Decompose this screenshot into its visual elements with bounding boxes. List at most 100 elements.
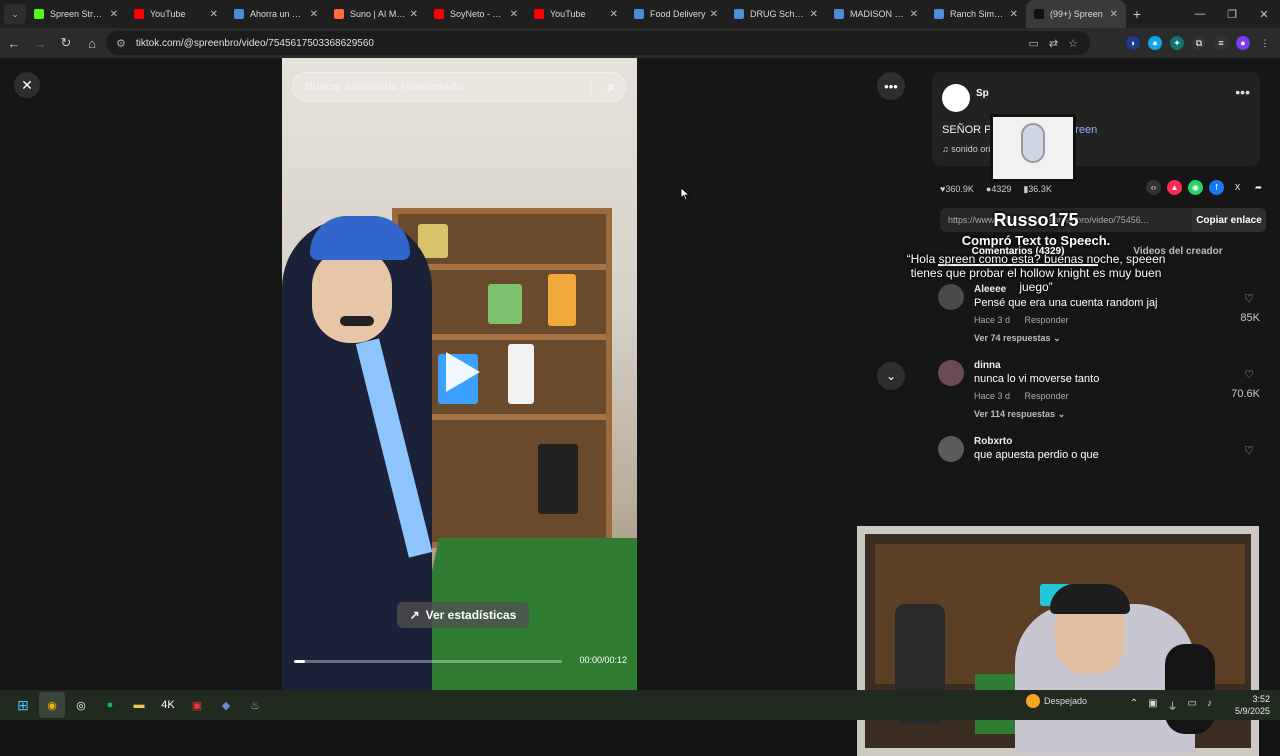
network-icon[interactable]: ▭: [1188, 698, 1197, 713]
profile-avatar[interactable]: ●: [1236, 36, 1250, 50]
puzzle-icon[interactable]: ⧉: [1192, 36, 1206, 50]
tab-close-icon[interactable]: ✕: [410, 9, 418, 20]
usb-icon[interactable]: ⏚: [1168, 698, 1178, 713]
bookmark-star-icon[interactable]: ☆: [1068, 37, 1078, 50]
home-icon[interactable]: ⌂: [80, 31, 104, 55]
extension-icon[interactable]: ●: [1148, 36, 1162, 50]
site-info-icon[interactable]: ⚙: [116, 37, 126, 50]
facebook-icon[interactable]: f: [1209, 180, 1224, 195]
tab-close-icon[interactable]: ✕: [110, 9, 118, 20]
translate-icon[interactable]: ⇄: [1049, 37, 1058, 50]
x-icon[interactable]: X: [1230, 180, 1245, 195]
send-icon[interactable]: ▲: [1167, 180, 1182, 195]
steam-icon[interactable]: ♨: [242, 692, 268, 718]
close-video-button[interactable]: ✕: [14, 72, 40, 98]
browser-tab[interactable]: SoyNeto - YouTube ✕: [426, 0, 526, 28]
browser-tab[interactable]: Spreen Stream ✕: [26, 0, 126, 28]
taskbar-clock[interactable]: 3:52 5/9/2025: [1235, 693, 1270, 717]
app-icon[interactable]: ▣: [184, 692, 210, 718]
tab-close-icon[interactable]: ✕: [810, 9, 818, 20]
comment-heart-icon[interactable]: ♡: [1244, 292, 1254, 305]
tab-close-icon[interactable]: ✕: [210, 9, 218, 20]
tab-close-icon[interactable]: ✕: [610, 9, 618, 20]
tts-alert-image: [990, 114, 1076, 182]
reading-list-icon[interactable]: ≡: [1214, 36, 1228, 50]
whatsapp-icon[interactable]: ◉: [1188, 180, 1203, 195]
tray-chevron-icon[interactable]: ⌃: [1130, 698, 1138, 713]
view-replies-button[interactable]: Ver 114 respuestas ⌄: [974, 409, 1065, 420]
app-icon[interactable]: ◎: [68, 692, 94, 718]
browser-tab[interactable]: Ahorra un 25% ✕: [226, 0, 326, 28]
browser-tab[interactable]: YouTube ✕: [126, 0, 226, 28]
reply-button[interactable]: Responder: [1025, 391, 1069, 401]
reload-icon[interactable]: ↻: [54, 31, 78, 55]
commenter-name[interactable]: dinna: [974, 360, 1001, 371]
commenter-name[interactable]: Robxrto: [974, 436, 1012, 447]
embed-icon[interactable]: ‹›: [1146, 180, 1161, 195]
view-replies-button[interactable]: Ver 74 respuestas ⌄: [974, 333, 1061, 344]
browser-menu-icon[interactable]: ⋮: [1258, 36, 1272, 50]
browser-tab[interactable]: (99+) Spreen ✕: [1026, 0, 1126, 28]
discord-icon[interactable]: ◆: [213, 692, 239, 718]
view-stats-button[interactable]: ↗ Ver estadísticas: [397, 602, 529, 628]
extension-icon[interactable]: ◗: [1126, 36, 1140, 50]
tab-close-icon[interactable]: ✕: [510, 9, 518, 20]
comment-meta: Hace 3 d Responder: [974, 315, 1069, 325]
tab-close-icon[interactable]: ✕: [710, 9, 718, 20]
tab-list-button[interactable]: ⌄: [4, 4, 26, 24]
minimize-icon[interactable]: —: [1184, 0, 1216, 28]
video-player[interactable]: Buscar contenido relacionado ⌕ ↗ Ver est…: [282, 58, 637, 690]
comment-heart-icon[interactable]: ♡: [1244, 444, 1254, 457]
share-arrow-icon[interactable]: ➦: [1251, 180, 1266, 195]
search-icon[interactable]: ⌕: [608, 79, 615, 95]
more-options-icon[interactable]: •••: [877, 72, 905, 100]
browser-tab[interactable]: MADISON en S ✕: [826, 0, 926, 28]
browser-tab[interactable]: YouTube ✕: [526, 0, 626, 28]
copy-link-button[interactable]: Copiar enlace: [1192, 208, 1266, 232]
browser-tab-strip: ⌄ Spreen Stream ✕ YouTube ✕ Ahorra un 25% ✕ Su…: [0, 0, 1280, 28]
tab-title: YouTube: [150, 9, 186, 19]
tab-close-icon[interactable]: ✕: [1010, 9, 1018, 20]
browser-tab[interactable]: Suno | AI Music ✕: [326, 0, 426, 28]
extension-icon[interactable]: ✦: [1170, 36, 1184, 50]
tab-close-icon[interactable]: ✕: [910, 9, 918, 20]
alert-message: “Hola spreen como esta? buenas noche, sp…: [906, 252, 1166, 294]
author-avatar[interactable]: [942, 84, 970, 112]
video-mustache: [340, 316, 374, 326]
browser-tab[interactable]: Food Delivery ✕: [626, 0, 726, 28]
next-video-chevron-icon[interactable]: ⌄: [877, 362, 905, 390]
file-explorer-icon[interactable]: ▬: [126, 692, 152, 718]
tray-app-icon[interactable]: ▣: [1148, 698, 1157, 713]
restore-icon[interactable]: ❐: [1216, 0, 1248, 28]
related-search-input[interactable]: Buscar contenido relacionado ⌕: [292, 72, 626, 102]
windows-start-icon[interactable]: ⊞: [10, 692, 36, 718]
chrome-icon[interactable]: ◉: [39, 692, 65, 718]
address-bar[interactable]: ⚙ tiktok.com/@spreenbro/video/7545617503…: [106, 31, 1090, 55]
browser-tab[interactable]: DRUG Schedule ✕: [726, 0, 826, 28]
tab-close-icon[interactable]: ✕: [1110, 9, 1118, 20]
tab-close-icon[interactable]: ✕: [310, 9, 318, 20]
close-window-icon[interactable]: ✕: [1248, 0, 1280, 28]
browser-tab[interactable]: Ranch Simulator ✕: [926, 0, 1026, 28]
reply-button[interactable]: Responder: [1025, 315, 1069, 325]
new-tab-button[interactable]: +: [1126, 6, 1148, 22]
forward-icon[interactable]: →: [28, 31, 52, 55]
back-icon[interactable]: ←: [2, 31, 26, 55]
tab-title: Food Delivery: [650, 9, 706, 19]
post-menu-icon[interactable]: •••: [1235, 84, 1250, 100]
comment-heart-icon[interactable]: ♡: [1244, 368, 1254, 381]
commenter-avatar[interactable]: [938, 360, 964, 386]
cast-icon[interactable]: ▭: [1029, 37, 1039, 50]
post-actions: ♥ 360.9K ● 4329 ▮ 36.3K ‹› ▲ ◉ f X ➦: [940, 180, 1266, 198]
mouse-cursor-icon: [680, 187, 690, 201]
author-name[interactable]: Sp: [976, 88, 989, 99]
weather-widget[interactable]: Despejado: [1026, 694, 1087, 708]
play-icon[interactable]: [442, 350, 482, 394]
comment-item: Robxrto que apuesta perdio o que ♡: [938, 436, 1260, 506]
url-text: tiktok.com/@spreenbro/video/754561750336…: [135, 37, 374, 49]
volume-icon[interactable]: ♪: [1207, 698, 1212, 713]
app-icon[interactable]: 4K: [155, 692, 181, 718]
spotify-icon[interactable]: ●: [97, 692, 123, 718]
commenter-avatar[interactable]: [938, 436, 964, 462]
video-progress-bar[interactable]: [294, 660, 562, 663]
